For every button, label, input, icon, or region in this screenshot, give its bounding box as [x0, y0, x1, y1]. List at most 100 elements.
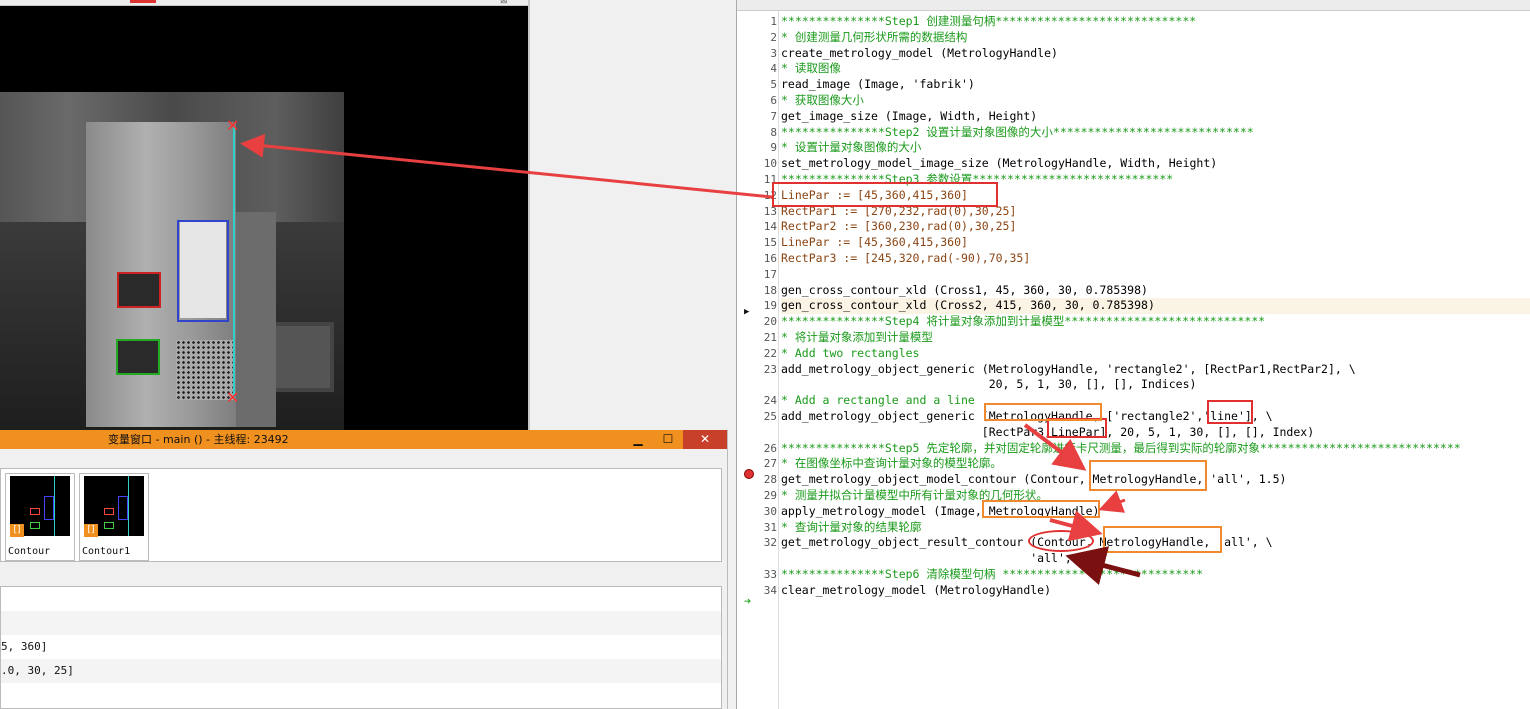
line-number: 18: [763, 283, 777, 297]
code-line[interactable]: 6 * 获取图像大小: [770, 92, 1530, 109]
measured-line: [233, 126, 235, 398]
code-line[interactable]: 20 ***************Step4 将计量对象添加到计量模型*****…: [764, 314, 1530, 330]
code-text: get_metrology_object_model_contour (Cont…: [781, 472, 1287, 487]
code-text: ***************Step2 设置计量对象图像的大小********…: [781, 124, 1254, 139]
code-text: LinePar := [45,360,415,360]: [781, 235, 968, 250]
code-line[interactable]: 3 create_metrology_model (MetrologyHandle…: [770, 46, 1530, 62]
line-number: 33: [763, 567, 777, 581]
code-line[interactable]: 4 * 读取图像: [770, 61, 1530, 77]
editor-toolbar: [737, 0, 1530, 11]
line-number: 28: [763, 473, 777, 487]
code-text: gen_cross_contour_xld (Cross2, 415, 360,…: [781, 298, 1155, 313]
line-number: 14: [763, 220, 777, 234]
code-line[interactable]: 26 ***************Step5 先定轮廓，并对固定轮廓进行卡尺测量…: [764, 441, 1530, 457]
graphics-toolbar: ⊠: [0, 0, 528, 6]
line-number: 30: [763, 504, 777, 518]
line-number: 24: [763, 394, 777, 408]
highlight-linepar: [772, 182, 998, 207]
line-number: 15: [763, 236, 777, 250]
image-display[interactable]: ✕ ✕: [0, 92, 344, 430]
maximize-icon[interactable]: ☐: [653, 430, 683, 449]
code-line[interactable]: 1 ***************Step1 创建测量句柄************…: [770, 14, 1530, 30]
line-number: 5: [770, 78, 777, 92]
code-line[interactable]: 5 read_image (Image, 'fabrik'): [770, 77, 1530, 93]
code-line[interactable]: 21 * 将计量对象添加到计量模型: [764, 329, 1530, 346]
iconic-variables-panel[interactable]: [] Contour [] Contour1: [0, 468, 722, 562]
line-number: 16: [763, 251, 777, 265]
line-number: 6: [770, 93, 777, 107]
highlight-handle-30: [982, 500, 1100, 518]
close-icon[interactable]: ✕: [683, 430, 727, 449]
control-variables-table[interactable]: 5, 360] .0, 30, 25]: [0, 586, 722, 709]
table-row[interactable]: 5, 360]: [1, 635, 721, 659]
line-number: 1: [770, 15, 777, 28]
line-number: 27: [763, 457, 777, 471]
code-line[interactable]: 34 clear_metrology_model (MetrologyHandle…: [764, 582, 1530, 599]
code-text: * Add two rectangles: [781, 345, 920, 360]
line-number: 26: [763, 441, 777, 455]
line-number: 20: [763, 315, 777, 329]
code-line[interactable]: 30 apply_metrology_model (Image, Metrolog…: [764, 504, 1530, 520]
highlight-linepar-arg: [1047, 418, 1107, 438]
code-text: get_image_size (Image, Width, Height): [781, 108, 1038, 123]
code-text: read_image (Image, 'fabrik'): [781, 77, 975, 92]
code-text: set_metrology_model_image_size (Metrolog…: [781, 156, 1218, 171]
code-line[interactable]: 'all', 1.5): [781, 551, 1530, 567]
code-line[interactable]: 18 gen_cross_contour_xld (Cross1, 45, 360…: [764, 282, 1530, 299]
code-line[interactable]: 25 add_metrology_object_generic (Metrolog…: [764, 409, 1530, 425]
minimize-icon[interactable]: ▁: [623, 430, 653, 449]
array-badge-icon: []: [84, 524, 98, 537]
code-text: * 查询计量对象的结果轮廓: [781, 519, 922, 534]
code-text: 20, 5, 1, 30, [], [], Indices): [781, 377, 1197, 392]
code-line[interactable]: 24 * Add a rectangle and a line: [764, 393, 1530, 409]
blue-rectangle-region: [177, 220, 229, 322]
code-line[interactable]: 22 * Add two rectangles: [764, 345, 1530, 362]
toolbar-accent: [130, 0, 156, 3]
code-line[interactable]: 8 ***************Step2 设置计量对象图像的大小*******…: [770, 124, 1530, 141]
code-area[interactable]: 1 ***************Step1 创建测量句柄************…: [764, 14, 1530, 599]
graphics-window[interactable]: ⊠ ✕ ✕: [0, 0, 530, 430]
table-row[interactable]: [1, 587, 721, 611]
code-line[interactable]: [RectPar3,LinePar], 20, 5, 1, 30, [], []…: [781, 425, 1530, 441]
code-line[interactable]: 20, 5, 1, 30, [], [], Indices): [781, 377, 1530, 393]
code-line[interactable]: 23 add_metrology_object_generic (Metrolog…: [764, 362, 1530, 378]
code-text: clear_metrology_model (MetrologyHandle): [781, 582, 1052, 597]
line-number: 25: [763, 409, 777, 423]
code-line[interactable]: 16 RectPar3 := [245,320,rad(-90),70,35]: [764, 250, 1530, 267]
code-line[interactable]: 15 LinePar := [45,360,415,360]: [764, 235, 1530, 251]
code-line[interactable]: 33 ***************Step6 清除模型句柄 **********…: [764, 566, 1530, 583]
line-number: 29: [763, 488, 777, 502]
variable-window[interactable]: 变量窗口 - main () - 主线程: 23492 ▁ ☐ ✕ [] Con…: [0, 430, 728, 709]
thumb-contour[interactable]: [] Contour: [5, 473, 75, 561]
variable-window-titlebar[interactable]: 变量窗口 - main () - 主线程: 23492 ▁ ☐ ✕: [0, 430, 727, 449]
code-line[interactable]: 19 gen_cross_contour_xld (Cross2, 415, 36…: [764, 298, 1530, 315]
red-rectangle-region: [117, 272, 161, 308]
thumb-contour1[interactable]: [] Contour1: [79, 473, 149, 561]
line-number: 32: [763, 536, 777, 550]
code-line[interactable]: 10 set_metrology_model_image_size (Metrol…: [764, 156, 1530, 172]
line-number: 4: [770, 62, 777, 76]
program-editor[interactable]: ➔ ▶ 1 ***************Step1 创建测量句柄********…: [736, 0, 1530, 709]
line-number: 22: [763, 346, 777, 360]
code-text: RectPar3 := [245,320,rad(-90),70,35]: [781, 250, 1031, 265]
code-text: gen_cross_contour_xld (Cross1, 45, 360, …: [781, 282, 1148, 297]
thumb-label: Contour: [8, 546, 51, 557]
code-line[interactable]: 2 * 创建测量几何形状所需的数据结构: [770, 30, 1530, 46]
highlight-handle-32: [1103, 526, 1222, 553]
cross2-icon: ✕: [226, 388, 240, 407]
line-number: 2: [770, 30, 777, 44]
code-text: * 获取图像大小: [781, 92, 864, 107]
variable-window-title: 变量窗口 - main () - 主线程: 23492: [108, 433, 289, 446]
code-text: * 将计量对象添加到计量模型: [781, 329, 933, 344]
code-line[interactable]: 9 * 设置计量对象图像的大小: [770, 140, 1530, 156]
code-line[interactable]: 17: [764, 267, 1530, 283]
code-line[interactable]: 7 get_image_size (Image, Width, Height): [770, 108, 1530, 125]
line-number: 34: [763, 583, 777, 597]
table-row[interactable]: [1, 611, 721, 635]
code-line[interactable]: 14 RectPar2 := [360,230,rad(0),30,25]: [764, 219, 1530, 235]
line-number: 21: [763, 330, 777, 344]
close-icon[interactable]: ⊠: [500, 0, 508, 6]
code-text: ***************Step6 清除模型句柄 ************…: [781, 566, 1204, 581]
highlight-line-string: [1207, 400, 1253, 424]
table-row[interactable]: .0, 30, 25]: [1, 659, 721, 683]
